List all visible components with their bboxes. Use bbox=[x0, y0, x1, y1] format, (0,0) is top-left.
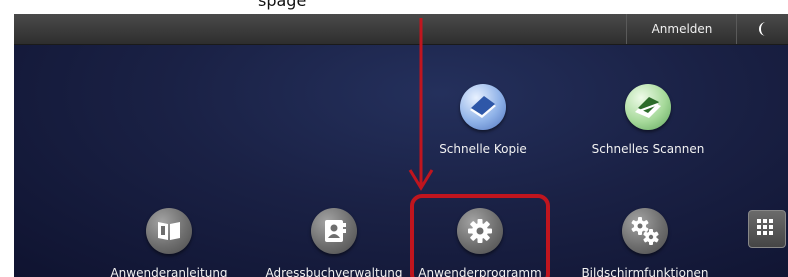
annotated-screenshot: spage Anmelden Schnelle Kopie Schnelles … bbox=[0, 0, 788, 277]
caption-text: spage bbox=[258, 0, 307, 10]
pointer-arrow bbox=[408, 18, 434, 191]
caption-strip: spage bbox=[0, 0, 788, 14]
home-screen: Anmelden Schnelle Kopie Schnelles Scanne… bbox=[14, 14, 788, 277]
